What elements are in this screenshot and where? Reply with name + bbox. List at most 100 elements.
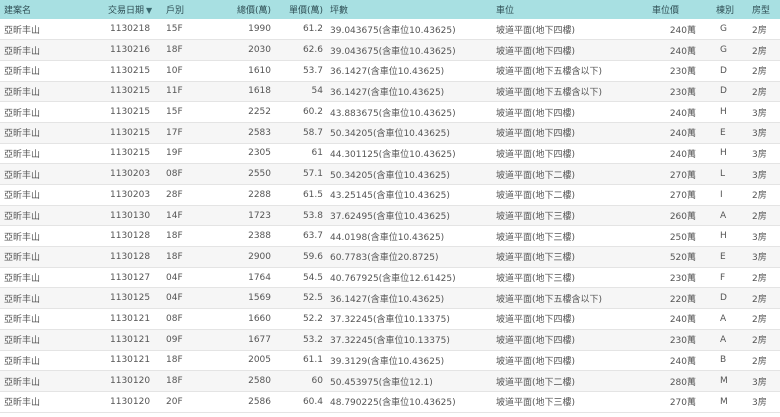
column-header-date[interactable]: 交易日期 ▼ — [78, 0, 154, 19]
cell-floor: 19F — [166, 148, 183, 159]
cell-room-type: 3房 — [752, 170, 767, 181]
table-row[interactable]: 亞昕丰山 1130121 08F 1660 52.2 37.32245(含車位10.133… — [0, 309, 780, 330]
cell-project-name: 亞昕丰山 — [4, 253, 41, 264]
column-header-unit-price[interactable]: 單價(萬) — [274, 0, 326, 19]
cell-parking-price: 220萬 — [669, 294, 696, 305]
cell-floor: 14F — [166, 210, 183, 221]
cell-total-price: 2288 — [248, 189, 271, 200]
cell-area: 37.62495(含車位10.43625) — [330, 212, 450, 223]
cell-trade-date: 1130203 — [110, 189, 151, 200]
cell-floor: 09F — [166, 334, 183, 345]
cell-room-type: 2房 — [752, 274, 767, 285]
table-row[interactable]: 亞昕丰山 1130125 04F 1569 52.5 36.1427(含車位10.4362… — [0, 287, 780, 309]
table-row[interactable]: 亞昕丰山 1130215 10F 1610 53.7 36.1427(含車位10.4362… — [0, 60, 780, 82]
cell-parking-price: 240萬 — [669, 129, 696, 140]
column-header-floor-label: 戶別 — [166, 6, 185, 16]
cell-project-name: 亞昕丰山 — [4, 149, 41, 160]
column-header-building[interactable]: 棟別 — [704, 0, 746, 19]
cell-building: A — [720, 334, 727, 345]
cell-room-type: 3房 — [752, 253, 767, 264]
cell-floor: 11F — [166, 86, 183, 97]
column-header-parking[interactable]: 車位 — [492, 0, 644, 19]
cell-unit-price: 58.7 — [302, 127, 323, 138]
table-row[interactable]: 亞昕丰山 1130215 17F 2583 58.7 50.34205(含車位10.436… — [0, 122, 780, 144]
cell-trade-date: 1130121 — [110, 355, 151, 366]
cell-unit-price: 61.5 — [302, 189, 323, 200]
cell-floor: 18F — [166, 376, 183, 387]
transactions-table: 建案名 交易日期 ▼ 戶別 總價(萬) 單價(萬) 坪數 車位 車位價 棟別 房型… — [0, 0, 780, 413]
table-row[interactable]: 亞昕丰山 1130215 11F 1618 54 36.1427(含車位10.43625)… — [0, 81, 780, 102]
cell-room-type: 3房 — [752, 398, 767, 409]
cell-floor: 20F — [166, 396, 183, 407]
cell-building: D — [720, 65, 727, 76]
table-row[interactable]: 亞昕丰山 1130215 15F 2252 60.2 43.883675(含車位10.43… — [0, 102, 780, 123]
cell-building: G — [720, 45, 727, 56]
column-header-floor[interactable]: 戶別 — [154, 0, 202, 19]
table-row[interactable]: 亞昕丰山 1130127 04F 1764 54.5 40.767925(含車位12.61… — [0, 267, 780, 288]
table-row[interactable]: 亞昕丰山 1130121 18F 2005 61.1 39.3129(含車位10.4362… — [0, 350, 780, 371]
cell-trade-date: 1130215 — [110, 127, 151, 138]
cell-parking-price: 240萬 — [669, 149, 696, 160]
table-row[interactable]: 亞昕丰山 1130120 20F 2586 60.4 48.790225(含車位10.43… — [0, 391, 780, 413]
cell-unit-price: 52.5 — [302, 293, 323, 304]
cell-room-type: 3房 — [752, 129, 767, 140]
cell-area: 37.32245(含車位10.13375) — [330, 315, 450, 326]
column-header-room-label: 房型 — [752, 6, 771, 16]
cell-building: A — [720, 313, 727, 324]
column-header-unit-label: 單價(萬) — [288, 6, 323, 16]
cell-area: 39.3129(含車位10.43625) — [330, 356, 445, 367]
column-header-parking-price[interactable]: 車位價 — [644, 0, 704, 19]
cell-room-type: 3房 — [752, 377, 767, 388]
table-row[interactable]: 亞昕丰山 1130128 18F 2388 63.7 44.0198(含車位10.4362… — [0, 226, 780, 247]
cell-area: 39.043675(含車位10.43625) — [330, 25, 456, 36]
cell-trade-date: 1130128 — [110, 231, 151, 242]
cell-project-name: 亞昕丰山 — [4, 25, 41, 36]
column-header-area[interactable]: 坪數 — [326, 0, 492, 19]
cell-total-price: 1660 — [248, 313, 271, 324]
column-header-room-type[interactable]: 房型 — [746, 0, 780, 19]
column-header-parking-label: 車位 — [496, 6, 515, 16]
cell-trade-date: 1130120 — [110, 396, 151, 407]
cell-unit-price: 57.1 — [302, 169, 323, 180]
cell-trade-date: 1130125 — [110, 293, 151, 304]
cell-building: E — [720, 127, 726, 138]
cell-project-name: 亞昕丰山 — [4, 232, 41, 243]
sort-descending-icon[interactable]: ▼ — [146, 6, 152, 15]
cell-area: 48.790225(含車位10.43625) — [330, 398, 456, 409]
cell-total-price: 1990 — [248, 24, 271, 35]
table-row[interactable]: 亞昕丰山 1130121 09F 1677 53.2 37.32245(含車位10.133… — [0, 329, 780, 350]
cell-unit-price: 53.2 — [302, 334, 323, 345]
table-row[interactable]: 亞昕丰山 1130120 18F 2580 60 50.453975(含車位12.1) 坡道… — [0, 370, 780, 392]
table-row[interactable]: 亞昕丰山 1130216 18F 2030 62.6 39.043675(含車位10.43… — [0, 39, 780, 61]
cell-building: F — [720, 272, 726, 283]
cell-parking-price: 230萬 — [669, 274, 696, 285]
table-row[interactable]: 亞昕丰山 1130215 19F 2305 61 44.301125(含車位10.4362… — [0, 143, 780, 164]
table-row[interactable]: 亞昕丰山 1130130 14F 1723 53.8 37.62495(含車位10.436… — [0, 205, 780, 226]
cell-total-price: 1677 — [248, 334, 271, 345]
column-header-total-price[interactable]: 總價(萬) — [202, 0, 274, 19]
cell-floor: 28F — [166, 189, 183, 200]
table-row[interactable]: 亞昕丰山 1130203 28F 2288 61.5 43.25145(含車位10.436… — [0, 185, 780, 206]
table-row[interactable]: 亞昕丰山 1130218 15F 1990 61.2 39.043675(含車位10.43… — [0, 19, 780, 40]
cell-parking-price: 230萬 — [669, 87, 696, 98]
cell-parking-price: 280萬 — [669, 377, 696, 388]
cell-project-name: 亞昕丰山 — [4, 315, 41, 326]
cell-parking-type: 坡道平面(地下四樓) — [496, 108, 576, 119]
cell-building: H — [720, 107, 727, 118]
cell-area: 40.767925(含車位12.61425) — [330, 274, 456, 285]
cell-room-type: 2房 — [752, 46, 767, 57]
table-row[interactable]: 亞昕丰山 1130128 18F 2900 59.6 60.7783(含車位20.8725… — [0, 246, 780, 268]
cell-room-type: 2房 — [752, 336, 767, 347]
cell-area: 44.301125(含車位10.43625) — [330, 149, 456, 160]
column-header-building-label: 棟別 — [716, 6, 735, 16]
cell-floor: 08F — [166, 169, 183, 180]
cell-total-price: 2030 — [248, 45, 271, 56]
cell-parking-type: 坡道平面(地下三樓) — [496, 398, 576, 409]
table-row[interactable]: 亞昕丰山 1130203 08F 2550 57.1 50.34205(含車位10.436… — [0, 163, 780, 185]
cell-room-type: 2房 — [752, 25, 767, 36]
cell-parking-type: 坡道平面(地下三樓) — [496, 212, 576, 223]
cell-room-type: 2房 — [752, 212, 767, 223]
cell-room-type: 3房 — [752, 232, 767, 243]
column-header-name[interactable]: 建案名 — [0, 0, 78, 19]
cell-total-price: 2252 — [248, 107, 271, 118]
